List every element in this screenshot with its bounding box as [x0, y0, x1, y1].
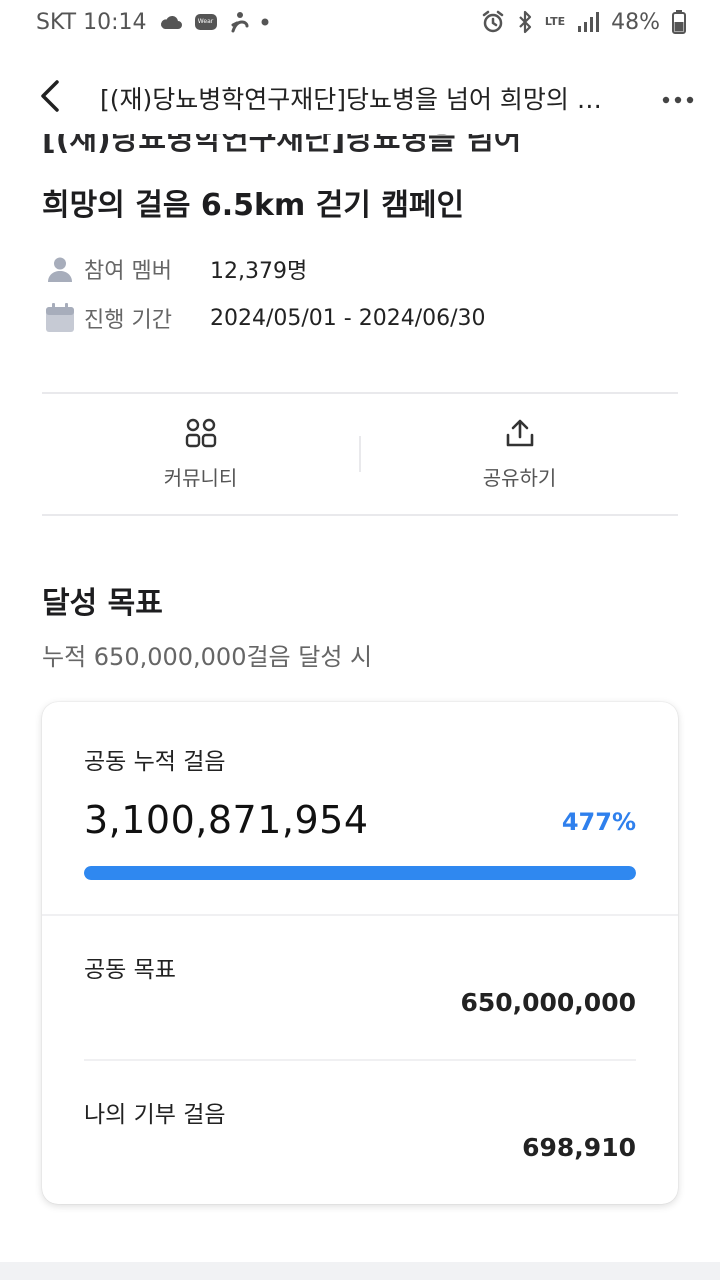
page-content[interactable]: [(재)당뇨병학연구재단]당뇨병을 넘어 희망의 걸음 6.5km 걷기 캠페인… [0, 134, 720, 1270]
cumulative-steps-value: 3,100,871,954 [84, 798, 369, 842]
battery-percent: 48% [611, 9, 660, 35]
signal-icon [577, 12, 600, 32]
more-button[interactable] [636, 62, 720, 134]
bluetooth-icon [517, 10, 533, 34]
achievement-percent: 477% [561, 808, 636, 836]
participants-value: 12,379명 [210, 259, 308, 284]
my-steps-label: 나의 기부 걸음 [84, 1102, 226, 1128]
community-button[interactable]: 커뮤니티 [42, 418, 359, 491]
divider [42, 514, 678, 516]
community-icon [185, 418, 217, 452]
campaign-title-line1: [(재)당뇨병학연구재단]당뇨병을 넘어 [42, 134, 522, 157]
goal-section-subtitle: 누적 650,000,000걸음 달성 시 [42, 643, 373, 671]
goal-card: 공동 누적 걸음 3,100,871,954 477% 공동 목표 650,00… [42, 702, 678, 1204]
goal-section-title: 달성 목표 [42, 586, 163, 621]
back-button[interactable] [0, 62, 100, 134]
dot-icon [261, 18, 269, 26]
activity-icon [229, 11, 249, 33]
participants-row: 참여 멤버 12,379명 [44, 251, 307, 287]
app-header: [(재)당뇨병학연구재단]당뇨병을 넘어 희망의 걸음 6.5km 걷기 캠페인 [0, 62, 720, 134]
progress-fill [84, 866, 636, 880]
period-value: 2024/05/01 - 2024/06/30 [210, 305, 486, 331]
share-button[interactable]: 공유하기 [361, 418, 678, 491]
header-title: [(재)당뇨병학연구재단]당뇨병을 넘어 희망의 걸음 6.5km 걷기 캠페인 [100, 85, 636, 114]
my-steps-value: 698,910 [522, 1133, 636, 1162]
cumulative-steps-panel: 공동 누적 걸음 3,100,871,954 477% [42, 702, 678, 914]
target-value: 650,000,000 [460, 988, 636, 1017]
share-label: 공유하기 [482, 465, 557, 490]
target-label: 공동 목표 [84, 957, 176, 983]
cumulative-steps-label: 공동 누적 걸음 [84, 749, 226, 775]
participants-label: 참여 멤버 [84, 259, 172, 284]
status-bar: SKT 10:14 Wear LTE 48% [0, 0, 720, 44]
more-horizontal-icon [662, 89, 694, 108]
progress-bar [84, 866, 636, 880]
card-divider [84, 1059, 636, 1061]
bottom-strip [0, 1262, 720, 1280]
alarm-icon [481, 10, 505, 34]
card-divider [42, 914, 678, 916]
period-label: 진행 기간 [84, 308, 172, 333]
calendar-icon [44, 302, 76, 334]
lte-label: LTE [544, 15, 566, 28]
carrier-time: SKT 10:14 [36, 9, 147, 35]
battery-icon [672, 10, 686, 34]
wear-icon: Wear [194, 14, 217, 30]
period-row: 진행 기간 2024/05/01 - 2024/06/30 [44, 300, 486, 336]
campaign-title: 희망의 걸음 6.5km 걷기 캠페인 [42, 188, 465, 223]
status-bar-left: SKT 10:14 Wear [36, 10, 269, 35]
lte-icon: LTE [544, 15, 566, 28]
community-label: 커뮤니티 [163, 465, 238, 490]
chevron-left-icon [39, 79, 61, 117]
share-icon [505, 418, 535, 452]
person-icon [44, 253, 76, 285]
action-bar: 커뮤니티 공유하기 [42, 394, 678, 514]
cloud-icon [159, 14, 183, 30]
status-bar-right: LTE 48% [481, 10, 686, 35]
